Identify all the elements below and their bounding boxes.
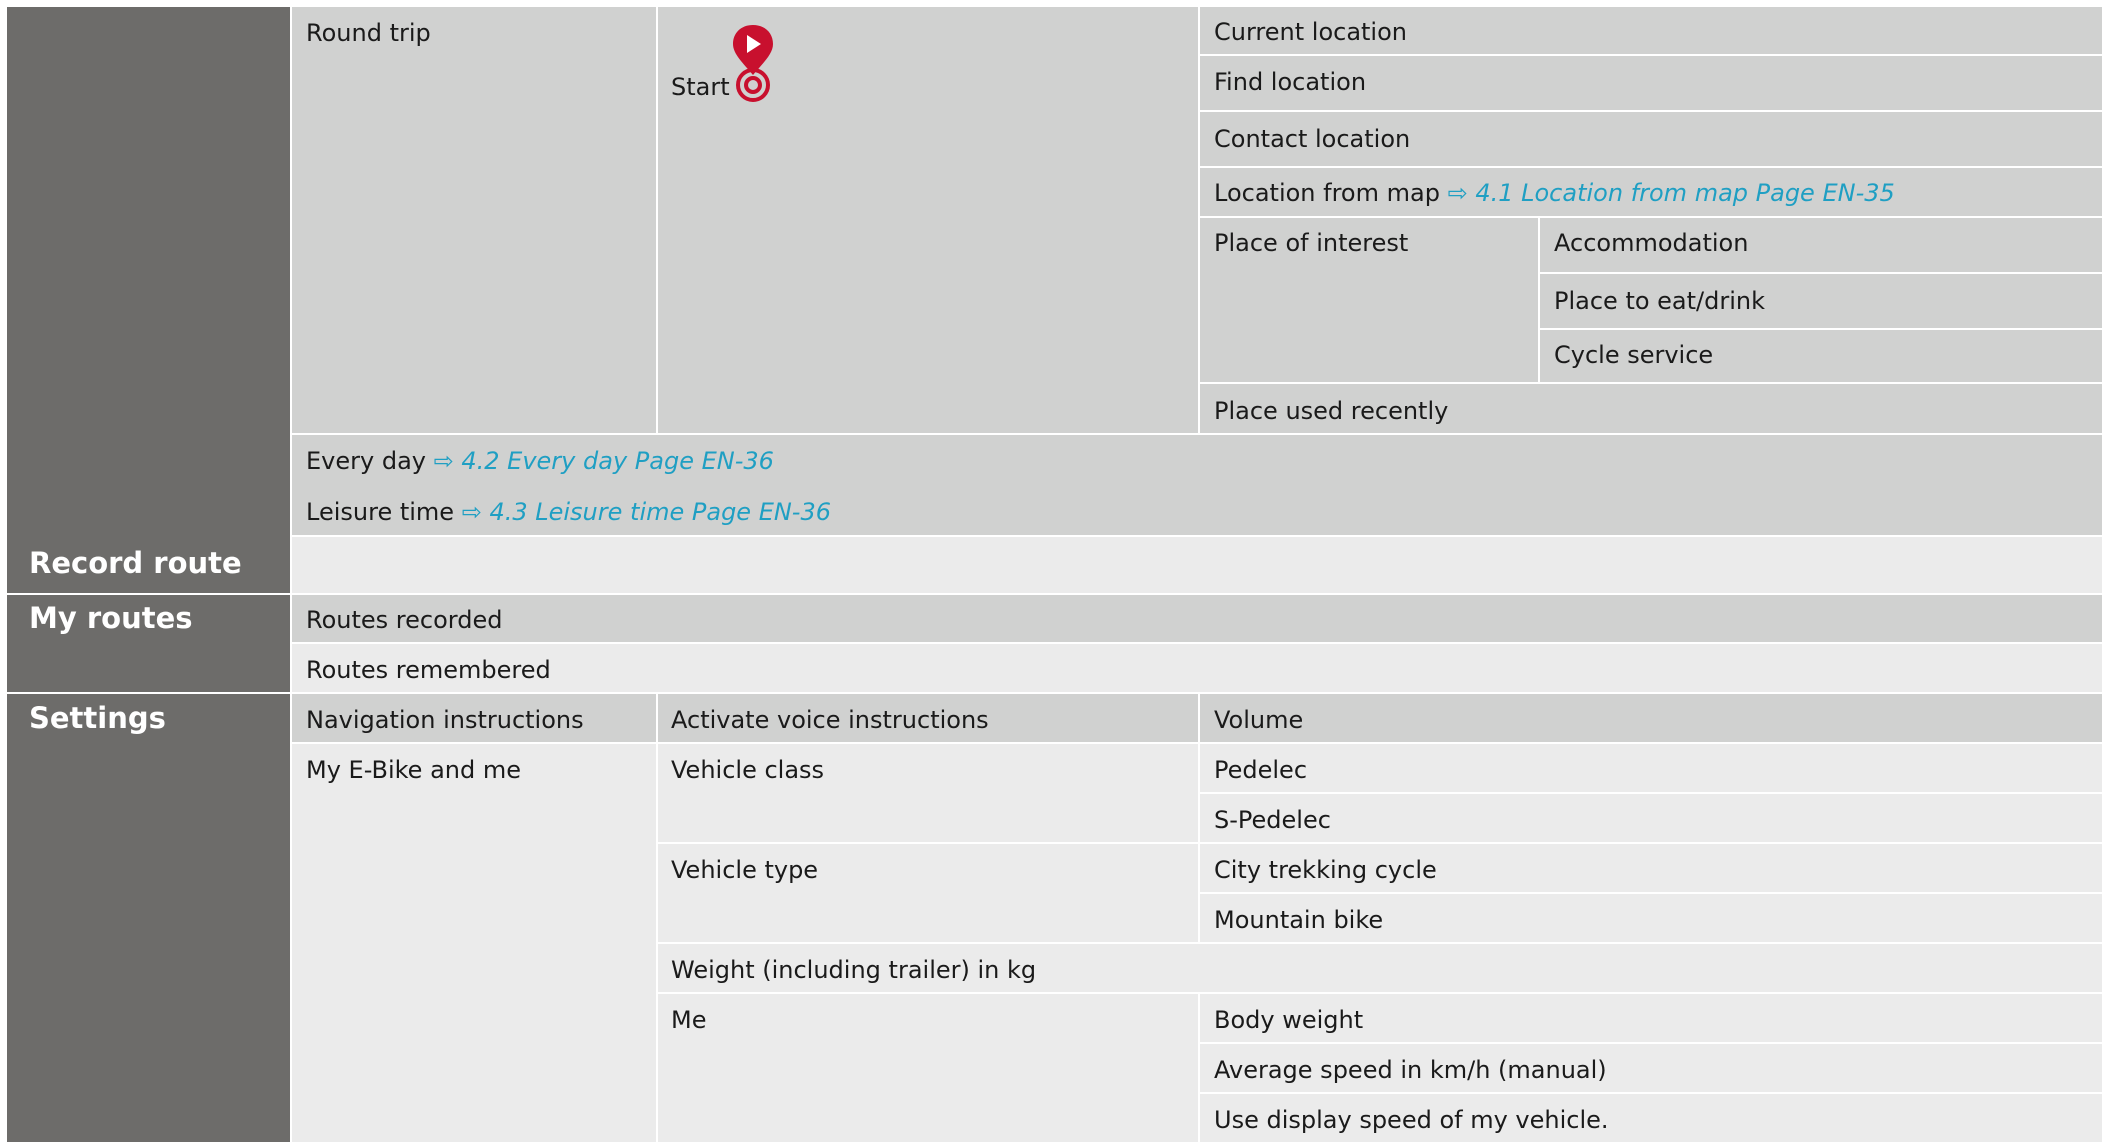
cell-round-trip: Round trip — [292, 7, 656, 433]
cell-navigation-instructions[interactable]: Navigation instructions — [292, 694, 656, 742]
contact-location-label: Contact location — [1214, 125, 1411, 153]
routes-remembered-label: Routes remembered — [306, 656, 551, 684]
every-day-text: Every day — [306, 447, 426, 475]
cell-me[interactable]: Me — [658, 994, 1198, 1142]
vehicle-type-label: Vehicle type — [671, 856, 819, 884]
poi-cycle-service[interactable]: Cycle service — [1540, 330, 2102, 382]
me-label: Me — [671, 1006, 707, 1034]
section-column-my-routes: My routes — [7, 595, 290, 692]
option-current-location[interactable]: Current location — [1200, 7, 2102, 54]
leisure-time-link[interactable]: 4.3 Leisure time Page EN-36 — [489, 498, 831, 526]
arrow-icon: ⇨ — [461, 498, 482, 526]
find-location-label: Find location — [1214, 68, 1367, 96]
option-city-trekking-cycle[interactable]: City trekking cycle — [1200, 844, 2102, 892]
cell-start: Start — [658, 7, 1198, 433]
round-trip-label: Round trip — [306, 19, 431, 47]
cell-my-ebike-and-me[interactable]: My E-Bike and me — [292, 744, 656, 1142]
mountain-bike-label: Mountain bike — [1214, 906, 1384, 934]
navigation-instructions-label: Navigation instructions — [306, 706, 584, 734]
every-day-label: Every day ⇨ 4.2 Every day Page EN-36 — [306, 449, 774, 473]
arrow-icon: ⇨ — [433, 447, 454, 475]
row-weight-trailer[interactable]: Weight (including trailer) in kg — [658, 944, 2102, 992]
cell-vehicle-class[interactable]: Vehicle class — [658, 744, 1198, 842]
volume-label: Volume — [1214, 706, 1304, 734]
poi-place-to-eat-drink[interactable]: Place to eat/drink — [1540, 274, 2102, 328]
pedelec-label: Pedelec — [1214, 756, 1308, 784]
row-routes-recorded[interactable]: Routes recorded — [292, 595, 2102, 642]
body-weight-label: Body weight — [1214, 1006, 1364, 1034]
average-speed-label: Average speed in km/h (manual) — [1214, 1056, 1607, 1084]
vehicle-class-label: Vehicle class — [671, 756, 825, 784]
row-routes-remembered[interactable]: Routes remembered — [292, 644, 2102, 692]
option-contact-location[interactable]: Contact location — [1200, 112, 2102, 166]
section-title-my-routes: My routes — [29, 601, 193, 635]
section-column-navigation: Record route — [7, 7, 290, 593]
start-location-pin-icon — [733, 25, 773, 102]
routes-recorded-label: Routes recorded — [306, 606, 503, 634]
section-column-settings: Settings — [7, 694, 290, 1142]
location-from-map-link[interactable]: 4.1 Location from map Page EN-35 — [1475, 179, 1894, 207]
section-title-record-route: Record route — [29, 546, 242, 580]
option-mountain-bike[interactable]: Mountain bike — [1200, 894, 2102, 942]
s-pedelec-label: S-Pedelec — [1214, 806, 1331, 834]
option-s-pedelec[interactable]: S-Pedelec — [1200, 794, 2102, 842]
current-location-label: Current location — [1214, 18, 1407, 46]
poi-accommodation[interactable]: Accommodation — [1540, 218, 2102, 272]
option-pedelec[interactable]: Pedelec — [1200, 744, 2102, 792]
accommodation-label: Accommodation — [1554, 229, 1749, 257]
arrow-icon: ⇨ — [1447, 179, 1468, 207]
every-day-link[interactable]: 4.2 Every day Page EN-36 — [461, 447, 774, 475]
start-label: Start — [671, 73, 730, 101]
leisure-time-label: Leisure time ⇨ 4.3 Leisure time Page EN-… — [306, 500, 831, 524]
cell-vehicle-type[interactable]: Vehicle type — [658, 844, 1198, 942]
section-title-settings: Settings — [29, 701, 166, 735]
cell-volume[interactable]: Volume — [1200, 694, 2102, 742]
option-place-used-recently[interactable]: Place used recently — [1200, 384, 2102, 433]
option-display-speed[interactable]: Use display speed of my vehicle. — [1200, 1094, 2102, 1142]
leisure-time-text: Leisure time — [306, 498, 455, 526]
place-to-eat-drink-label: Place to eat/drink — [1554, 287, 1766, 315]
option-find-location[interactable]: Find location — [1200, 56, 2102, 110]
row-every-day-leisure: Every day ⇨ 4.2 Every day Page EN-36 Lei… — [292, 435, 2102, 535]
location-from-map-label: Location from map ⇨ 4.1 Location from ma… — [1214, 181, 1895, 205]
display-speed-label: Use display speed of my vehicle. — [1214, 1106, 1609, 1134]
cycle-service-label: Cycle service — [1554, 341, 1714, 369]
option-location-from-map[interactable]: Location from map ⇨ 4.1 Location from ma… — [1200, 168, 2102, 216]
cell-activate-voice-instructions[interactable]: Activate voice instructions — [658, 694, 1198, 742]
city-trekking-cycle-label: City trekking cycle — [1214, 856, 1437, 884]
place-used-recently-label: Place used recently — [1214, 397, 1449, 425]
activate-voice-instructions-label: Activate voice instructions — [671, 706, 989, 734]
weight-trailer-label: Weight (including trailer) in kg — [671, 956, 1037, 984]
option-place-of-interest[interactable]: Place of interest — [1200, 218, 1538, 382]
place-of-interest-label: Place of interest — [1214, 229, 1409, 257]
location-from-map-text: Location from map — [1214, 179, 1440, 207]
option-average-speed[interactable]: Average speed in km/h (manual) — [1200, 1044, 2102, 1092]
row-record-route — [292, 537, 2102, 593]
my-ebike-and-me-label: My E-Bike and me — [306, 756, 522, 784]
option-body-weight[interactable]: Body weight — [1200, 994, 2102, 1042]
